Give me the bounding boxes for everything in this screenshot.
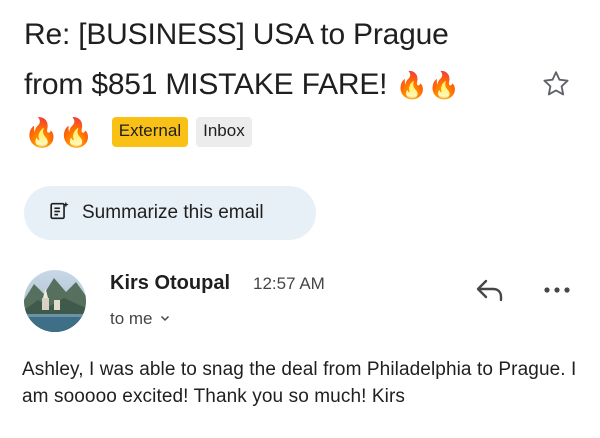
subject-line-2-text: from $851 MISTAKE FARE! — [24, 68, 388, 101]
message-body: Ashley, I was able to snag the deal from… — [22, 359, 577, 407]
reply-icon[interactable] — [474, 276, 506, 304]
avatar[interactable] — [24, 270, 86, 332]
label-external[interactable]: External — [111, 117, 189, 147]
label-row: 🔥🔥 External Inbox — [24, 112, 252, 152]
chevron-down-icon — [159, 309, 171, 329]
subject-line-2: from $851 MISTAKE FARE! 🔥🔥 — [24, 60, 524, 111]
recipient-label: to me — [110, 309, 153, 328]
sender-name[interactable]: Kirs Otoupal — [110, 272, 230, 295]
fire-emoji-icon: 🔥🔥 — [24, 115, 94, 149]
more-horizontal-icon[interactable] — [542, 282, 572, 298]
label-inbox[interactable]: Inbox — [196, 117, 252, 147]
email-view: Re: [BUSINESS] USA to Prague from $851 M… — [0, 0, 600, 438]
fire-emoji-icon: 🔥🔥 — [395, 71, 460, 101]
message-time: 12:57 AM — [253, 274, 325, 293]
summarize-sparkle-icon — [48, 200, 70, 227]
star-icon[interactable] — [540, 68, 572, 100]
recipient-toggle[interactable]: to me — [110, 309, 171, 329]
summarize-button[interactable]: Summarize this email — [24, 186, 316, 240]
summarize-label: Summarize this email — [82, 202, 264, 223]
subject-line-1: Re: [BUSINESS] USA to Prague — [24, 18, 449, 51]
email-subject: Re: [BUSINESS] USA to Prague from $851 M… — [24, 10, 524, 111]
